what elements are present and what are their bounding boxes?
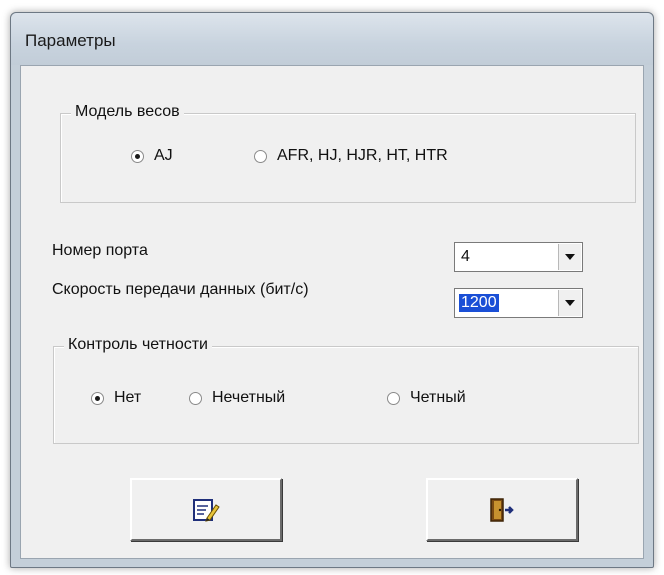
baud-rate-value: 1200 (459, 294, 499, 312)
dialog-body: Модель весов AJ AFR, HJ, HJR, HT, HTR Но… (20, 65, 644, 559)
radio-parity-odd-label: Нечетный (212, 389, 286, 406)
radio-parity-even-label: Четный (410, 389, 466, 406)
scale-model-legend: Модель весов (71, 103, 184, 121)
radio-parity-none-label: Нет (114, 389, 142, 406)
exit-door-icon (488, 497, 516, 523)
edit-document-icon (192, 497, 220, 523)
baud-rate-select[interactable]: 1200 (454, 288, 583, 318)
parity-group: Контроль четности Нет Нечетный Четный (53, 336, 639, 444)
radio-aj[interactable]: AJ (131, 147, 173, 165)
scale-model-group: Модель весов AJ AFR, HJ, HJR, HT, HTR (60, 103, 636, 203)
radio-parity-odd[interactable]: Нечетный (189, 389, 285, 407)
apply-button[interactable] (130, 478, 282, 541)
radio-aj-indicator[interactable] (131, 149, 144, 163)
window-title: Параметры (25, 31, 116, 50)
radio-afr-label: AFR, HJ, HJR, HT, HTR (277, 147, 448, 164)
port-label: Номер порта (52, 242, 148, 259)
radio-parity-none-indicator[interactable] (91, 391, 104, 405)
radio-afr-indicator[interactable] (254, 149, 267, 163)
parameters-dialog: Параметры Модель весов AJ AFR, HJ, HJR, … (10, 12, 654, 568)
radio-aj-label: AJ (154, 147, 173, 164)
radio-parity-none[interactable]: Нет (91, 389, 141, 407)
chevron-down-icon[interactable] (558, 244, 581, 270)
radio-parity-even[interactable]: Четный (387, 389, 466, 407)
port-value: 4 (461, 248, 470, 265)
exit-button[interactable] (426, 478, 578, 541)
port-select[interactable]: 4 (454, 242, 583, 272)
radio-parity-odd-indicator[interactable] (189, 391, 202, 405)
parity-legend: Контроль четности (64, 336, 212, 354)
chevron-down-icon[interactable] (558, 290, 581, 316)
baud-rate-label: Скорость передачи данных (бит/с) (52, 281, 309, 298)
radio-afr-hj-hjr-ht-htr[interactable]: AFR, HJ, HJR, HT, HTR (254, 147, 448, 165)
title-bar[interactable]: Параметры (11, 13, 653, 65)
radio-parity-even-indicator[interactable] (387, 391, 400, 405)
